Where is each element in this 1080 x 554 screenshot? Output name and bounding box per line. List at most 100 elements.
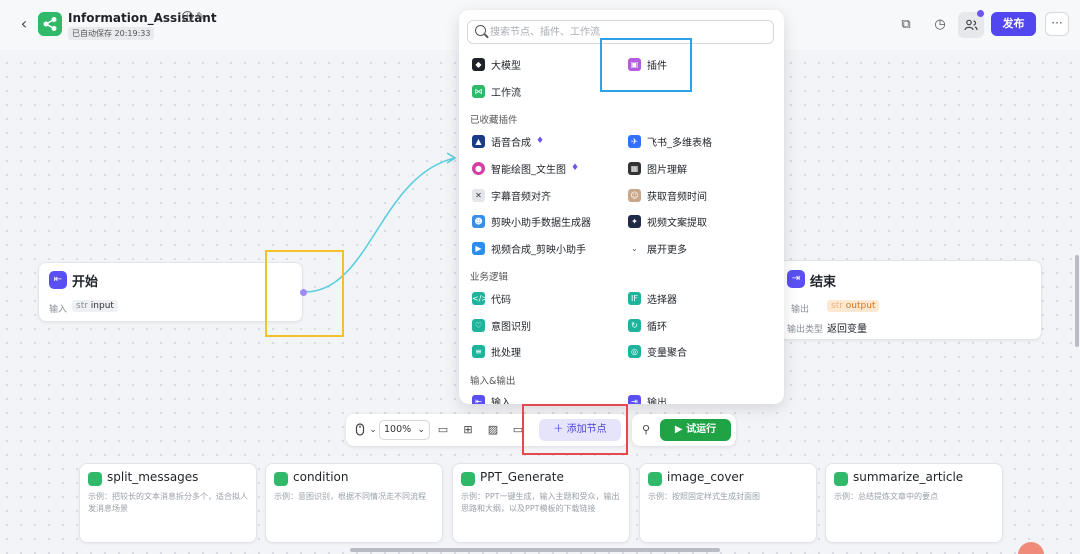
run-toolbar: ⚲ ▶ 试运行 <box>632 414 736 446</box>
audio-time-icon: ☺ <box>628 188 641 202</box>
workflow-icon <box>88 472 102 486</box>
template-card-summarize-article[interactable]: summarize_article 示例：总结提炼文章中的要点 <box>825 463 1003 543</box>
fav-item-video-text[interactable]: ✦ 视频文案提取 <box>628 212 707 230</box>
menu-item-label: 工作流 <box>491 87 521 99</box>
ai-drawing-icon: ● <box>472 161 485 175</box>
menu-item-label: 语音合成 <box>491 137 531 149</box>
subtitle-align-icon: ✕ <box>472 188 485 202</box>
io-item-input[interactable]: ⇤ 输入 <box>472 392 511 404</box>
card-title: summarize_article <box>853 470 964 484</box>
start-input-value: input <box>90 301 114 311</box>
fav-item-jianying-data[interactable]: ☻ 剪映小助手数据生成器 <box>472 212 591 230</box>
card-title: PPT_Generate <box>480 470 564 484</box>
batch-icon: ≡ <box>472 344 485 358</box>
card-description: 示例：意图识别，根据不同情况走不同流程 <box>274 492 426 501</box>
zoom-value: 100% <box>384 424 412 435</box>
logic-item-code[interactable]: </> 代码 <box>472 289 511 307</box>
end-output-kind-value: 返回变量 <box>827 324 867 335</box>
card-description: 示例：按照固定样式生成封面图 <box>648 492 760 501</box>
end-output-tag: str output <box>827 300 880 312</box>
end-output-kind-label: 输出类型 <box>787 325 824 335</box>
loop-icon: ↻ <box>628 318 641 332</box>
feishu-bitable-icon: ✈ <box>628 134 641 148</box>
menu-item-label: 意图识别 <box>491 321 531 333</box>
logic-item-loop[interactable]: ↻ 循环 <box>628 316 667 334</box>
start-node[interactable]: ⇤ 开始 输入 str input <box>38 262 303 322</box>
vertical-scrollbar[interactable] <box>1075 255 1079 347</box>
menu-item-label: 视频合成_剪映小助手 <box>491 244 586 256</box>
menu-item-workflow[interactable]: ⋈ 工作流 <box>472 82 521 100</box>
logic-item-variable-merge[interactable]: ◎ 变量聚合 <box>628 342 687 360</box>
fav-item-ai-drawing[interactable]: ● 智能绘图_文生图 ♦ <box>472 159 579 177</box>
play-icon: ▶ <box>674 424 683 435</box>
zoom-select[interactable]: 100% ⌄ <box>379 420 430 440</box>
menu-item-label: 字幕音频对齐 <box>491 191 551 203</box>
workflow-icon: ⋈ <box>472 84 485 98</box>
code-icon: </> <box>472 291 489 305</box>
fav-item-video-compose[interactable]: ▶ 视频合成_剪映小助手 <box>472 239 586 257</box>
premium-badge-icon: ♦ <box>571 163 580 173</box>
workflow-icon <box>834 472 848 486</box>
video-text-icon: ✦ <box>628 214 641 228</box>
card-description: 示例：把较长的文本消息拆分多个，适合拟人发消息场景 <box>88 492 248 513</box>
intent-icon: ♡ <box>472 318 485 332</box>
speech-synthesis-icon: ▲ <box>472 134 485 148</box>
start-input-type: str <box>76 301 88 311</box>
layout-icon[interactable]: ⊞ <box>460 422 476 438</box>
menu-item-label: 图片理解 <box>647 164 687 176</box>
minimap-icon[interactable]: ▨ <box>485 422 501 438</box>
fav-item-image-understanding[interactable]: ▦ 图片理解 <box>628 159 687 177</box>
menu-item-label: 飞书_多维表格 <box>647 137 712 149</box>
video-compose-icon: ▶ <box>472 241 485 255</box>
template-card-image-cover[interactable]: image_cover 示例：按照固定样式生成封面图 <box>639 463 817 543</box>
start-input-label: 输入 <box>49 305 68 315</box>
premium-badge-icon: ♦ <box>536 136 545 146</box>
logic-item-selector[interactable]: IF 选择器 <box>628 289 677 307</box>
end-output-type: str <box>831 301 843 311</box>
logic-item-intent[interactable]: ♡ 意图识别 <box>472 316 531 334</box>
start-node-title: 开始 <box>72 275 99 290</box>
template-card-split-messages[interactable]: split_messages 示例：把较长的文本消息拆分多个，适合拟人发消息场景 <box>79 463 257 543</box>
fav-item-audio-time[interactable]: ☺ 获取音频时间 <box>628 186 707 204</box>
menu-item-label: 展开更多 <box>647 244 687 256</box>
workflow-icon <box>648 472 662 486</box>
section-title-io: 输入&输出 <box>470 376 516 387</box>
highlight-box-red <box>522 404 628 455</box>
highlight-box-yellow <box>265 250 344 337</box>
end-node-title: 结束 <box>810 275 837 290</box>
card-description: 示例：总结提炼文章中的要点 <box>834 492 938 501</box>
horizontal-scrollbar[interactable] <box>350 548 720 552</box>
test-run-label: 试运行 <box>686 424 717 435</box>
debug-settings-icon[interactable]: ⚲ <box>638 422 654 438</box>
workflow-icon <box>274 472 288 486</box>
chevron-down-icon: ⌄ <box>417 425 425 435</box>
end-node[interactable]: ⇥ 结束 输出 str output 输出类型 返回变量 <box>778 260 1042 340</box>
card-title: split_messages <box>107 470 199 484</box>
chevron-down-icon: ⌄ <box>631 243 638 253</box>
test-run-button[interactable]: ▶ 试运行 <box>660 419 731 441</box>
menu-item-label: 代码 <box>491 294 511 306</box>
template-card-condition[interactable]: condition 示例：意图识别，根据不同情况走不同流程 <box>265 463 443 543</box>
jianying-data-icon: ☻ <box>472 214 485 228</box>
fav-item-subtitle-align[interactable]: ✕ 字幕音频对齐 <box>472 186 551 204</box>
template-card-ppt-generate[interactable]: PPT_Generate 示例：PPT一键生成，输入主题和受众，输出思路和大纲，… <box>452 463 630 543</box>
fav-item-speech-synthesis[interactable]: ▲ 语音合成 ♦ <box>472 132 544 150</box>
end-output-value: output <box>845 301 876 311</box>
end-node-icon: ⇥ <box>787 270 805 288</box>
expand-more-button[interactable]: ⌄ 展开更多 <box>628 239 687 257</box>
image-understanding-icon: ▦ <box>628 161 641 175</box>
menu-item-label: 批处理 <box>491 347 521 359</box>
logic-item-batch[interactable]: ≡ 批处理 <box>472 342 521 360</box>
section-title-logic: 业务逻辑 <box>470 272 509 283</box>
menu-item-model[interactable]: ◆ 大模型 <box>472 55 521 73</box>
model-icon: ◆ <box>472 57 485 71</box>
start-input-tag: str input <box>72 300 118 312</box>
io-item-output[interactable]: ⇥ 输出 <box>628 392 667 404</box>
highlight-box-blue <box>600 38 692 92</box>
menu-item-label: 视频文案提取 <box>647 217 707 229</box>
comment-icon[interactable]: ▭ <box>435 422 451 438</box>
workflow-icon <box>461 472 475 486</box>
menu-item-label: 剪映小助手数据生成器 <box>491 217 591 229</box>
fav-item-feishu-bitable[interactable]: ✈ 飞书_多维表格 <box>628 132 712 150</box>
card-title: condition <box>293 470 349 484</box>
